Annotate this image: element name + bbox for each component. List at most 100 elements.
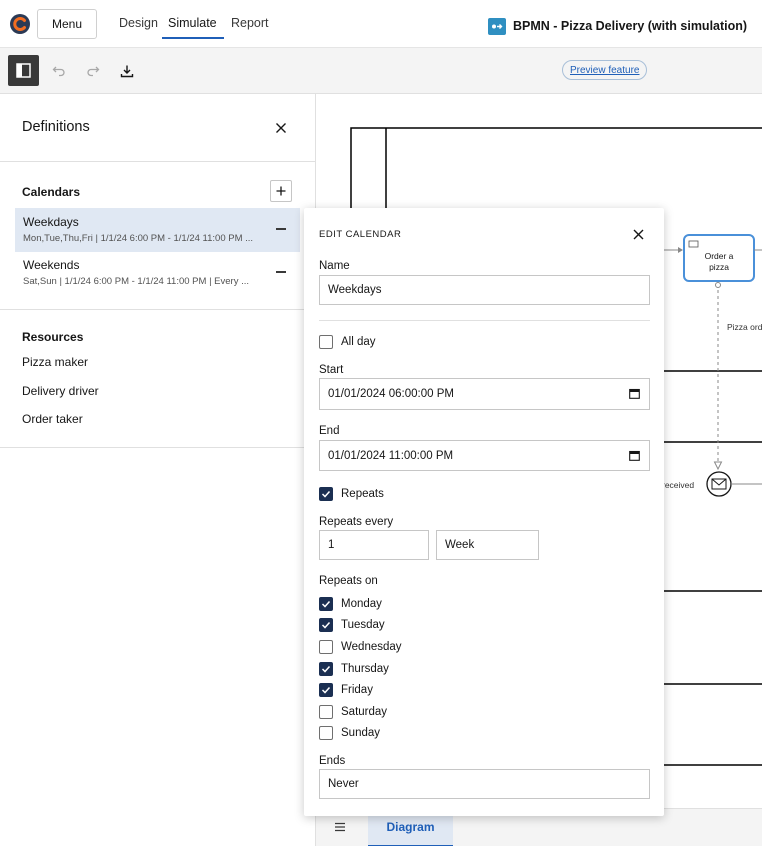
top-header: Menu Design Simulate Report BPMN - Pizza… [0, 0, 762, 48]
event-label: received [662, 480, 694, 490]
repeats-on-label: Repeats on [319, 575, 378, 587]
repeats-label: Repeats [341, 488, 384, 500]
thursday-checkbox[interactable] [319, 662, 333, 676]
definitions-panel: Definitions Calendars Weekdays Mon,Tue,T… [0, 94, 316, 846]
start-datetime-input[interactable]: 01/01/2024 06:00:00 PM [319, 378, 650, 410]
plus-icon [276, 186, 286, 196]
name-label: Name [319, 260, 350, 272]
close-icon[interactable] [633, 229, 644, 240]
calendar-item-weekends[interactable]: Weekends Sat,Sun | 1/1/24 6:00 PM - 1/1/… [15, 251, 300, 295]
dialog-title: EDIT CALENDAR [319, 229, 402, 240]
calendar-icon[interactable] [629, 388, 640, 399]
divider [0, 309, 316, 310]
toggle-panel-button[interactable] [8, 55, 39, 86]
sunday-checkbox[interactable] [319, 726, 333, 740]
day-label: Friday [341, 684, 373, 696]
toolbar: Preview feature [0, 48, 762, 94]
redo-button[interactable] [84, 62, 102, 80]
day-label: Sunday [341, 727, 381, 739]
file-title: BPMN - Pizza Delivery (with simulation) [513, 19, 748, 33]
tab-design[interactable]: Design [119, 16, 158, 30]
calendar-name: Weekdays [23, 215, 79, 229]
end-value: 01/01/2024 11:00:00 PM [328, 449, 454, 462]
tab-report[interactable]: Report [231, 16, 269, 30]
task-label: Order a [705, 251, 734, 261]
calendar-description: Sat,Sun | 1/1/24 6:00 PM - 1/1/24 11:00 … [23, 276, 250, 287]
day-wednesday-row[interactable]: Wednesday [319, 639, 402, 655]
checkmark-icon [321, 686, 331, 694]
end-label: End [319, 425, 340, 437]
start-label: Start [319, 364, 344, 376]
bpmn-file-icon [488, 18, 506, 35]
checkmark-icon [321, 600, 331, 608]
all-day-checkbox[interactable] [319, 335, 333, 349]
edit-calendar-dialog: EDIT CALENDAR Name Weekdays All day Star… [304, 208, 664, 816]
day-label: Saturday [341, 706, 388, 718]
resource-item-delivery-driver[interactable]: Delivery driver [22, 384, 99, 398]
day-tuesday-row[interactable]: Tuesday [319, 617, 385, 633]
repeats-every-label: Repeats every [319, 516, 394, 528]
download-icon [120, 65, 134, 78]
divider [0, 447, 316, 448]
active-tab-indicator [162, 37, 224, 39]
task-label: pizza [709, 262, 729, 272]
resources-heading: Resources [22, 330, 84, 344]
name-input[interactable]: Weekdays [319, 275, 650, 305]
message-flow-start [715, 282, 721, 288]
camunda-logo-icon [10, 14, 30, 34]
undo-icon [52, 66, 65, 77]
ends-label: Ends [319, 755, 346, 767]
day-label: Monday [341, 598, 382, 610]
preview-feature-link[interactable]: Preview feature [562, 60, 648, 80]
divider [0, 161, 316, 162]
all-day-checkbox-row[interactable]: All day [319, 334, 376, 350]
redo-icon [87, 66, 100, 77]
close-panel-icon[interactable] [274, 121, 288, 135]
undo-button[interactable] [50, 62, 68, 80]
day-label: Wednesday [341, 641, 402, 653]
checkmark-icon [321, 490, 331, 498]
calendar-icon[interactable] [629, 450, 640, 461]
remove-calendar-button[interactable] [276, 271, 286, 273]
tuesday-checkbox[interactable] [319, 618, 333, 632]
remove-calendar-button[interactable] [276, 228, 286, 230]
add-calendar-button[interactable] [270, 180, 292, 202]
resource-item-order-taker[interactable]: Order taker [22, 412, 83, 426]
resource-item-pizza-maker[interactable]: Pizza maker [22, 355, 88, 369]
end-datetime-input[interactable]: 01/01/2024 11:00:00 PM [319, 440, 650, 471]
all-day-label: All day [341, 336, 376, 348]
message-flow-arrow [713, 461, 723, 471]
day-label: Tuesday [341, 619, 385, 631]
wednesday-checkbox[interactable] [319, 640, 333, 654]
monday-checkbox[interactable] [319, 597, 333, 611]
calendar-item-weekdays[interactable]: Weekdays Mon,Tue,Thu,Fri | 1/1/24 6:00 P… [15, 208, 300, 252]
day-label: Thursday [341, 663, 389, 675]
side-panel-icon [16, 63, 31, 78]
day-friday-row[interactable]: Friday [319, 682, 373, 698]
day-sunday-row[interactable]: Sunday [319, 725, 380, 741]
start-value: 01/01/2024 06:00:00 PM [328, 388, 454, 400]
day-monday-row[interactable]: Monday [319, 596, 382, 612]
tab-simulate[interactable]: Simulate [168, 16, 217, 30]
calendar-name: Weekends [23, 258, 80, 272]
panel-title: Definitions [22, 119, 90, 135]
calendars-heading: Calendars [22, 185, 81, 199]
list-view-icon[interactable] [334, 821, 346, 833]
day-thursday-row[interactable]: Thursday [319, 661, 389, 677]
repeats-checkbox[interactable] [319, 487, 333, 501]
repeats-every-input[interactable]: 1 [319, 530, 429, 560]
menu-button[interactable]: Menu [37, 9, 97, 39]
day-saturday-row[interactable]: Saturday [319, 704, 387, 720]
calendar-description: Mon,Tue,Thu,Fri | 1/1/24 6:00 PM - 1/1/2… [23, 233, 254, 244]
ends-select[interactable]: Never [319, 769, 650, 799]
download-button[interactable] [118, 62, 136, 80]
saturday-checkbox[interactable] [319, 705, 333, 719]
friday-checkbox[interactable] [319, 683, 333, 697]
repeats-unit-select[interactable]: Week [436, 530, 539, 560]
divider [319, 320, 650, 321]
arrowhead [678, 247, 683, 253]
checkmark-icon [321, 621, 331, 629]
flow-label: Pizza ord [727, 322, 762, 332]
repeats-checkbox-row[interactable]: Repeats [319, 486, 384, 502]
checkmark-icon [321, 665, 331, 673]
